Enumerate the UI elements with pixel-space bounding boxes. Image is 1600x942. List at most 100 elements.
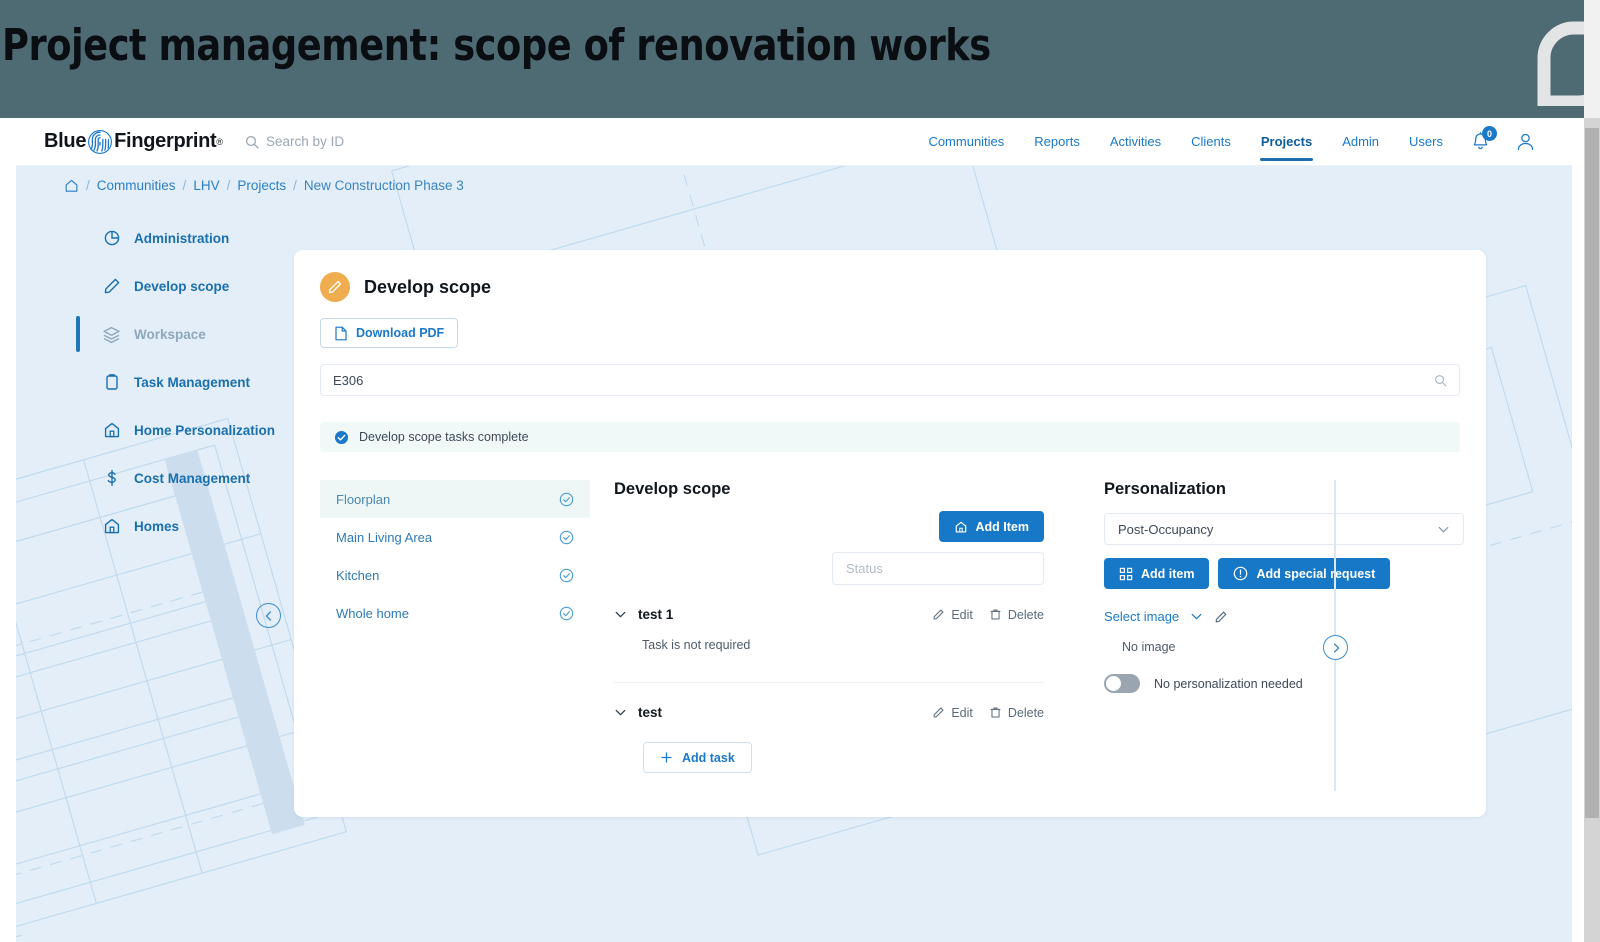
breadcrumb-item-projects[interactable]: Projects — [237, 178, 286, 193]
personalization-buttons: Add item Add special request — [1104, 558, 1464, 589]
add-task-button[interactable]: Add task — [643, 742, 752, 773]
nav-item-communities[interactable]: Communities — [913, 119, 1019, 165]
scope-search-input[interactable] — [333, 372, 1434, 388]
sidebar-collapse-button[interactable] — [256, 603, 281, 628]
delete-task-button[interactable]: Delete — [989, 706, 1044, 720]
nav-item-users[interactable]: Users — [1394, 119, 1458, 165]
sidebar-item-task-management[interactable]: Task Management — [76, 358, 304, 406]
main-nav: Communities Reports Activities Clients P… — [913, 119, 1572, 165]
breadcrumb-item-lhv[interactable]: LHV — [193, 178, 219, 193]
breadcrumb-separator: / — [226, 178, 231, 193]
scrollbar-top-gap — [1584, 0, 1600, 118]
home-outline-icon — [102, 517, 121, 536]
dollar-icon — [102, 469, 121, 488]
fingerprint-icon — [88, 129, 113, 154]
left-sidebar: Administration Develop scope Workspace T… — [76, 214, 304, 550]
scope-task-row: test 1 Edit Delete — [614, 607, 1044, 622]
scope-heading: Develop scope — [614, 480, 731, 498]
sidebar-item-homes[interactable]: Homes — [76, 502, 304, 550]
pencil-icon — [933, 609, 944, 620]
status-input[interactable]: Status — [832, 552, 1044, 585]
room-label: Main Living Area — [336, 529, 433, 545]
scope-search-field[interactable] — [320, 364, 1460, 396]
page-scrollbar-thumb[interactable] — [1585, 128, 1599, 818]
card-columns: Floorplan Main Living Area Kitchen Whole… — [320, 480, 1464, 791]
sidebar-item-label: Cost Management — [134, 470, 251, 486]
home-icon — [955, 521, 966, 532]
nav-item-clients[interactable]: Clients — [1176, 119, 1246, 165]
add-item-button[interactable]: Add Item — [938, 511, 1044, 542]
home-icon[interactable] — [64, 178, 79, 193]
select-image-link[interactable]: Select image — [1104, 609, 1179, 624]
account-button[interactable] — [1503, 121, 1548, 162]
check-circle-outline-icon — [559, 568, 574, 582]
room-item-floorplan[interactable]: Floorplan — [320, 480, 590, 518]
no-personalization-toggle-row: No personalization needed — [1104, 674, 1464, 693]
chevron-down-icon — [1438, 526, 1449, 532]
nav-item-admin[interactable]: Admin — [1327, 119, 1394, 165]
layers-icon — [102, 325, 121, 344]
header-search[interactable]: Search by ID — [245, 134, 344, 149]
rooms-list: Floorplan Main Living Area Kitchen Whole… — [320, 480, 590, 773]
edit-task-button[interactable]: Edit — [932, 608, 973, 622]
banner-title: Project management: scope of renovation … — [2, 20, 991, 71]
add-special-request-button[interactable]: Add special request — [1218, 558, 1391, 589]
room-item-main-living-area[interactable]: Main Living Area — [320, 518, 590, 556]
add-item-label: Add Item — [975, 519, 1029, 534]
no-personalization-toggle[interactable] — [1104, 674, 1140, 693]
scope-task-name: test — [638, 705, 663, 720]
sidebar-item-home-personalization[interactable]: Home Personalization — [76, 406, 304, 454]
nav-item-activities[interactable]: Activities — [1095, 119, 1176, 165]
sidebar-item-label: Develop scope — [134, 278, 230, 294]
room-label: Whole home — [336, 605, 409, 621]
panel-expand-button[interactable] — [1323, 635, 1348, 660]
page-root: Project management: scope of renovation … — [0, 0, 1600, 942]
select-image-row: Select image — [1104, 609, 1464, 624]
presentation-banner: Project management: scope of renovation … — [0, 0, 1600, 118]
delete-task-label: Delete — [1007, 607, 1044, 622]
personalization-add-item-button[interactable]: Add item — [1104, 558, 1210, 589]
delete-task-button[interactable]: Delete — [989, 608, 1044, 622]
scope-panel: Develop scope Add Item Status test 1 Edi… — [614, 480, 1348, 791]
info-circle-icon — [1234, 566, 1248, 581]
add-task-label: Add task — [682, 750, 735, 765]
sidebar-item-workspace[interactable]: Workspace — [76, 310, 304, 358]
nav-item-reports[interactable]: Reports — [1019, 119, 1095, 165]
personalization-add-item-label: Add item — [1141, 566, 1195, 581]
edit-task-label: Edit — [951, 705, 973, 720]
nav-item-projects[interactable]: Projects — [1246, 119, 1327, 165]
home-outline-icon — [102, 421, 121, 440]
personalization-select[interactable]: Post-Occupancy — [1104, 513, 1464, 545]
brand-text-fingerprint: Fingerprint — [114, 130, 217, 152]
notifications-button[interactable]: 0 — [1458, 121, 1503, 162]
brand-logo[interactable]: Blue Fingerprint ® — [44, 129, 223, 155]
edit-task-button[interactable]: Edit — [932, 706, 973, 720]
sidebar-item-cost-management[interactable]: Cost Management — [76, 454, 304, 502]
breadcrumb-separator: / — [293, 178, 297, 193]
scope-task-title-group[interactable]: test 1 — [614, 607, 673, 622]
room-item-kitchen[interactable]: Kitchen — [320, 556, 590, 594]
search-icon[interactable] — [1434, 374, 1447, 387]
card-title-row: Develop scope — [320, 272, 1460, 302]
delete-task-label: Delete — [1007, 705, 1044, 720]
chevron-down-icon[interactable] — [614, 706, 627, 719]
sidebar-item-label: Home Personalization — [134, 422, 276, 438]
app-body: / Communities / LHV / Projects / New Con… — [16, 166, 1572, 942]
grid-icon — [1119, 567, 1133, 580]
status-banner-text: Develop scope tasks complete — [359, 430, 529, 444]
sidebar-item-develop-scope[interactable]: Develop scope — [76, 262, 304, 310]
notification-badge: 0 — [1482, 126, 1497, 141]
no-image-text: No image — [1122, 640, 1176, 654]
scope-task-title-group[interactable]: test — [614, 705, 662, 720]
room-label: Kitchen — [336, 567, 380, 583]
room-item-whole-home[interactable]: Whole home — [320, 594, 590, 632]
breadcrumb-item-current[interactable]: New Construction Phase 3 — [304, 178, 464, 193]
breadcrumb-item-communities[interactable]: Communities — [97, 178, 176, 193]
sidebar-item-administration[interactable]: Administration — [76, 214, 304, 262]
breadcrumb-separator: / — [86, 178, 90, 193]
chevron-down-icon[interactable] — [614, 608, 627, 621]
edit-task-label: Edit — [951, 607, 973, 622]
pencil-icon[interactable] — [1214, 610, 1228, 624]
download-pdf-button[interactable]: Download PDF — [320, 318, 459, 348]
chevron-down-icon[interactable] — [1190, 610, 1203, 623]
